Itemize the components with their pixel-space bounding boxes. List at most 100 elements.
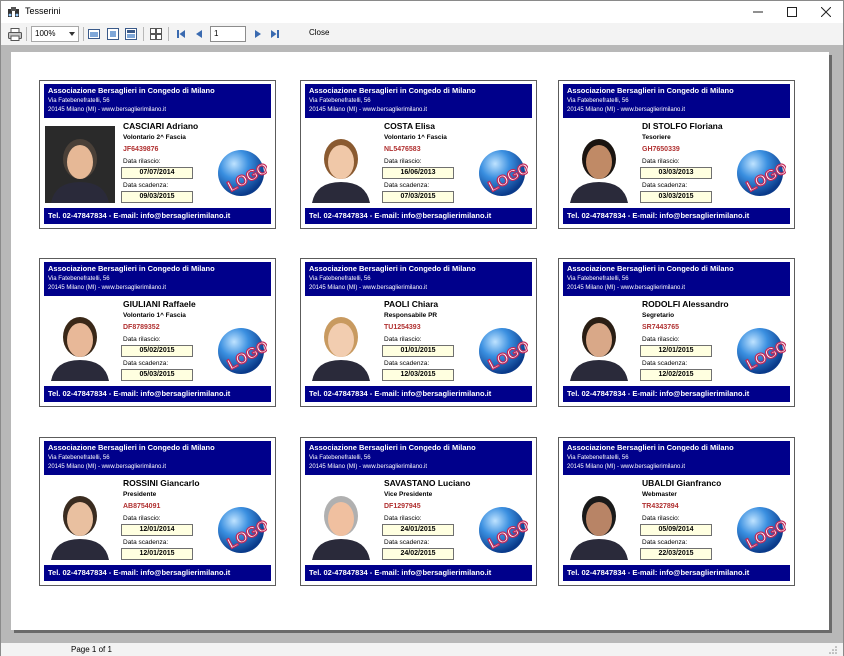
logo-icon: LOGO xyxy=(479,507,528,553)
resize-grip-icon[interactable] xyxy=(829,646,837,654)
org-city: 20145 Milano (MI) - www.bersaglierimilan… xyxy=(309,464,428,470)
card-header: Associazione Bersaglieri in Congedo di M… xyxy=(305,84,532,118)
member-card: Associazione Bersaglieri in Congedo di M… xyxy=(558,437,795,586)
maximize-button[interactable] xyxy=(775,1,809,23)
logo-icon: LOGO xyxy=(479,328,528,374)
chevron-down-icon xyxy=(69,32,75,36)
member-card: Associazione Bersaglieri in Congedo di M… xyxy=(558,80,795,229)
logo-icon: LOGO xyxy=(218,507,267,553)
close-window-button[interactable] xyxy=(809,1,843,23)
person-icon xyxy=(570,496,628,560)
issue-date: 24/01/2015 xyxy=(382,524,454,536)
member-role: Webmaster xyxy=(642,491,677,498)
next-page-button[interactable] xyxy=(252,26,264,42)
member-photo xyxy=(564,304,634,381)
issue-date-label: Data rilascio: xyxy=(123,158,161,165)
org-address: Via Fatebenefratelli, 56 xyxy=(48,98,110,104)
member-photo xyxy=(306,126,376,203)
org-city: 20145 Milano (MI) - www.bersaglierimilan… xyxy=(309,107,428,113)
last-page-button[interactable] xyxy=(269,26,281,42)
logo-icon: LOGO xyxy=(737,507,786,553)
toolbar-separator xyxy=(168,27,169,41)
member-role: Vice Presidente xyxy=(384,491,433,498)
member-card: Associazione Bersaglieri in Congedo di M… xyxy=(300,437,537,586)
card-header: Associazione Bersaglieri in Congedo di M… xyxy=(44,441,271,475)
member-photo xyxy=(564,126,634,203)
member-name: GIULIANI Raffaele xyxy=(123,299,196,309)
page-setup-icon xyxy=(88,29,100,39)
status-bar: Page 1 of 1 xyxy=(1,643,843,656)
org-address: Via Fatebenefratelli, 56 xyxy=(309,276,371,282)
issue-date: 12/01/2014 xyxy=(121,524,193,536)
page-setup-button[interactable] xyxy=(87,26,101,42)
card-header: Associazione Bersaglieri in Congedo di M… xyxy=(563,262,790,296)
print-button[interactable] xyxy=(7,26,23,42)
multi-page-button[interactable] xyxy=(149,26,163,42)
toolbar-separator xyxy=(83,27,84,41)
logo-icon: LOGO xyxy=(218,150,267,196)
expiry-date-label: Data scadenza: xyxy=(123,182,169,189)
person-icon xyxy=(312,496,370,560)
margins-button[interactable] xyxy=(106,26,120,42)
org-name: Associazione Bersaglieri in Congedo di M… xyxy=(48,443,215,452)
close-icon xyxy=(821,7,831,17)
member-name: ROSSINI Giancarlo xyxy=(123,478,200,488)
issue-date: 05/02/2015 xyxy=(121,345,193,357)
expiry-date: 24/02/2015 xyxy=(382,548,454,560)
logo-icon: LOGO xyxy=(737,328,786,374)
printer-icon xyxy=(8,27,22,41)
member-role: Volontario 1^ Fascia xyxy=(123,312,186,319)
issue-date-label: Data rilascio: xyxy=(642,336,680,343)
expiry-date: 09/03/2015 xyxy=(121,191,193,203)
expiry-date: 05/03/2015 xyxy=(121,369,193,381)
card-footer: Tel. 02-47847834 - E-mail: info@bersagli… xyxy=(44,565,271,581)
issue-date: 05/09/2014 xyxy=(640,524,712,536)
member-name: UBALDI Gianfranco xyxy=(642,478,722,488)
expiry-date: 12/02/2015 xyxy=(640,369,712,381)
expiry-date-label: Data scadenza: xyxy=(642,539,688,546)
layout-button[interactable] xyxy=(124,26,138,42)
page-number-input[interactable]: 1 xyxy=(210,26,246,42)
member-name: COSTA Elisa xyxy=(384,121,436,131)
member-name: SAVASTANO Luciano xyxy=(384,478,471,488)
card-header: Associazione Bersaglieri in Congedo di M… xyxy=(44,84,271,118)
report-viewer-window: Tesserini 100% 1 Close Associazione Bers… xyxy=(0,0,844,656)
org-address: Via Fatebenefratelli, 56 xyxy=(567,276,629,282)
issue-date: 07/07/2014 xyxy=(121,167,193,179)
card-footer: Tel. 02-47847834 - E-mail: info@bersagli… xyxy=(44,386,271,402)
card-header: Associazione Bersaglieri in Congedo di M… xyxy=(305,262,532,296)
person-icon xyxy=(51,496,109,560)
first-page-button[interactable] xyxy=(175,26,187,42)
issue-date-label: Data rilascio: xyxy=(384,515,422,522)
minimize-button[interactable] xyxy=(741,1,775,23)
org-city: 20145 Milano (MI) - www.bersaglierimilan… xyxy=(309,285,428,291)
close-preview-button[interactable]: Close xyxy=(309,28,329,37)
member-role: Volontario 1^ Fascia xyxy=(384,134,447,141)
issue-date: 03/03/2013 xyxy=(640,167,712,179)
member-code: DF1297945 xyxy=(384,503,421,510)
org-city: 20145 Milano (MI) - www.bersaglierimilan… xyxy=(567,107,686,113)
zoom-select[interactable]: 100% xyxy=(31,26,79,42)
issue-date: 12/01/2015 xyxy=(640,345,712,357)
org-address: Via Fatebenefratelli, 56 xyxy=(567,455,629,461)
layout-icon xyxy=(125,28,137,40)
prev-page-button[interactable] xyxy=(193,26,205,42)
window-title: Tesserini xyxy=(25,6,61,16)
viewer-toolbar: 100% 1 Close xyxy=(1,23,843,45)
toolbar-separator xyxy=(26,27,27,41)
first-page-icon xyxy=(177,30,185,38)
org-name: Associazione Bersaglieri in Congedo di M… xyxy=(309,86,476,95)
preview-area: Associazione Bersaglieri in Congedo di M… xyxy=(1,45,843,643)
member-photo xyxy=(45,483,115,560)
issue-date: 16/06/2013 xyxy=(382,167,454,179)
report-page: Associazione Bersaglieri in Congedo di M… xyxy=(11,52,829,630)
member-role: Segretario xyxy=(642,312,675,319)
card-footer: Tel. 02-47847834 - E-mail: info@bersagli… xyxy=(563,565,790,581)
issue-date-label: Data rilascio: xyxy=(384,336,422,343)
margins-icon xyxy=(107,28,119,40)
expiry-date: 07/03/2015 xyxy=(382,191,454,203)
card-header: Associazione Bersaglieri in Congedo di M… xyxy=(563,84,790,118)
issue-date-label: Data rilascio: xyxy=(123,336,161,343)
prev-page-icon xyxy=(196,30,202,38)
org-city: 20145 Milano (MI) - www.bersaglierimilan… xyxy=(48,107,167,113)
